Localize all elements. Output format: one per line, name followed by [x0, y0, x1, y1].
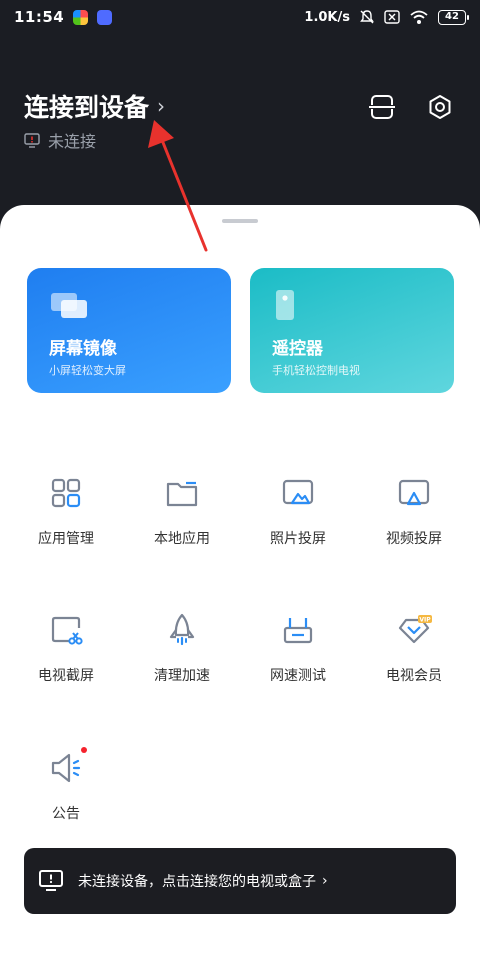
- network-speed: 1.0K/s: [304, 9, 350, 25]
- grid-item-photo-cast[interactable]: 照片投屏: [240, 475, 356, 575]
- grid-item-video-cast[interactable]: 视频投屏: [356, 475, 472, 575]
- vip-icon: VIP: [398, 615, 432, 644]
- card-title: 屏幕镜像: [49, 339, 117, 359]
- monitor-icon: [24, 132, 40, 148]
- header: 连接到设备 › 未连接: [24, 80, 456, 170]
- status-bar: 11:54 1.0K/s 42: [0, 0, 480, 34]
- connect-title: 连接到设备: [24, 93, 150, 122]
- grid-label: 照片投屏: [270, 531, 326, 547]
- connect-banner[interactable]: 未连接设备，点击连接您的电视或盒子 ›: [24, 848, 456, 914]
- folder-icon: [166, 481, 198, 507]
- status-time: 11:54: [14, 8, 65, 26]
- banner-text: 未连接设备，点击连接您的电视或盒子: [78, 874, 316, 890]
- grid-label: 网速测试: [270, 668, 326, 684]
- card-title: 遥控器: [272, 339, 323, 359]
- video-cast-icon: [398, 479, 430, 506]
- router-icon: [283, 618, 313, 644]
- screenshot-icon: [51, 616, 83, 645]
- mirror-icon: [51, 293, 87, 318]
- connection-status-text: 未连接: [48, 132, 97, 151]
- battery-icon: 42: [438, 9, 469, 25]
- grid-item-local-apps[interactable]: 本地应用: [124, 475, 240, 575]
- grid-label: 电视会员: [386, 668, 442, 684]
- announcement-icon: [51, 753, 81, 783]
- screen-mirror-card[interactable]: 屏幕镜像 小屏轻松变大屏: [27, 268, 231, 393]
- svg-text:VIP: VIP: [419, 617, 431, 624]
- card-subtitle: 小屏轻松变大屏: [49, 364, 126, 377]
- grid-label: 电视截屏: [38, 668, 94, 684]
- grid-label: 本地应用: [154, 531, 210, 547]
- rocket-icon: [169, 613, 195, 646]
- grid-item-tv-screenshot[interactable]: 电视截屏: [8, 612, 124, 712]
- grid-item-app-management[interactable]: 应用管理: [8, 475, 124, 575]
- grid-item-cleanup[interactable]: 清理加速: [124, 612, 240, 712]
- app-icon-1: [73, 9, 89, 25]
- wifi-icon: [410, 10, 428, 24]
- notification-badge: [81, 747, 87, 753]
- grid-label: 视频投屏: [386, 531, 442, 547]
- main-sheet: 屏幕镜像 小屏轻松变大屏 遥控器 手机轻松控制电视 应用管理 本地应用 照片投屏…: [0, 205, 480, 960]
- scan-icon[interactable]: [369, 94, 395, 120]
- mute-icon: [360, 10, 374, 24]
- drag-handle[interactable]: [222, 219, 258, 223]
- grid-item-announcement[interactable]: 公告: [8, 747, 124, 850]
- grid-label: 公告: [52, 806, 80, 822]
- card-subtitle: 手机轻松控制电视: [272, 364, 360, 377]
- connection-status: 未连接: [24, 128, 96, 152]
- settings-icon[interactable]: [427, 94, 453, 120]
- sim-icon: [384, 10, 400, 24]
- app-icon-2: [97, 9, 113, 25]
- app-management-icon: [51, 478, 81, 508]
- grid-label: 应用管理: [38, 531, 94, 547]
- grid-item-tv-vip[interactable]: VIP 电视会员: [356, 612, 472, 712]
- photo-cast-icon: [282, 479, 314, 505]
- tv-icon: [39, 870, 63, 891]
- chevron-right-icon: ›: [322, 873, 328, 889]
- chevron-right-icon: ›: [157, 94, 166, 118]
- connect-device-button[interactable]: 连接到设备 ›: [24, 88, 165, 124]
- remote-icon: [276, 290, 294, 320]
- grid-item-speed-test[interactable]: 网速测试: [240, 612, 356, 712]
- grid-label: 清理加速: [154, 668, 210, 684]
- remote-control-card[interactable]: 遥控器 手机轻松控制电视: [250, 268, 454, 393]
